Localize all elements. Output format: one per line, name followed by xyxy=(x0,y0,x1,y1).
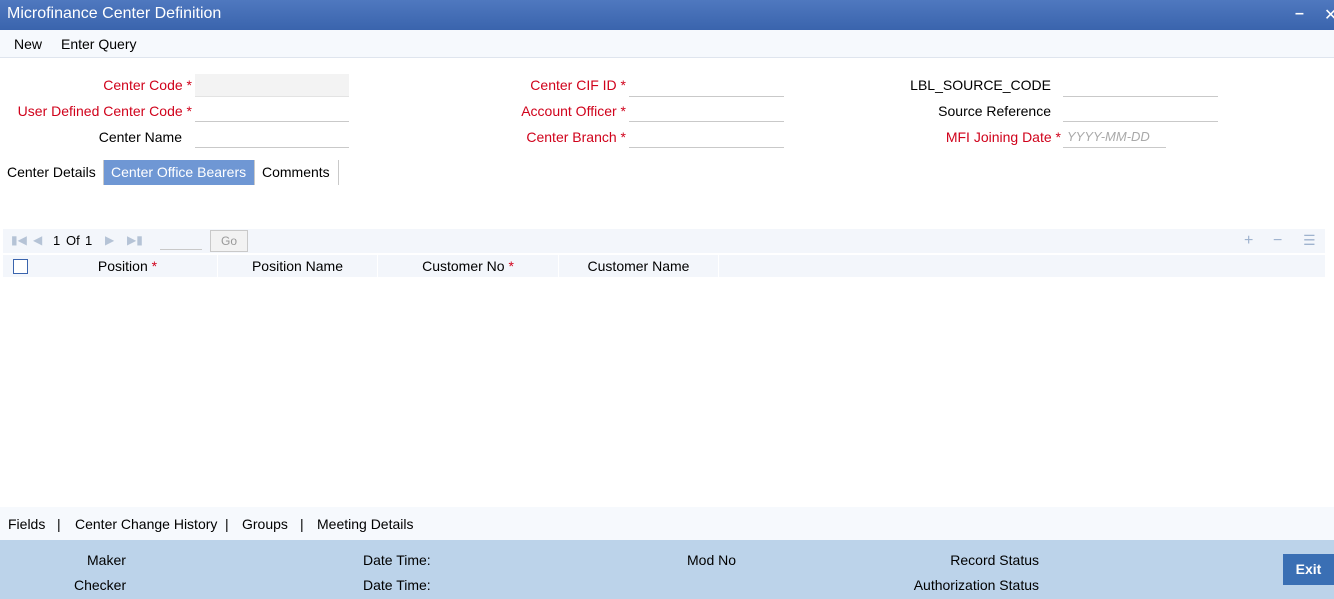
separator: | xyxy=(225,516,229,532)
separator: | xyxy=(300,516,304,532)
record-status-label: Record Status xyxy=(950,552,1039,568)
current-page: 1 xyxy=(53,233,61,248)
account-officer-field[interactable] xyxy=(629,99,784,122)
center-branch-label: Center Branch * xyxy=(526,129,626,145)
mfi-joining-date-field[interactable] xyxy=(1063,125,1166,148)
minimize-icon[interactable]: – xyxy=(1295,5,1304,23)
center-cif-id-label: Center CIF ID * xyxy=(530,77,626,93)
window-titlebar: Microfinance Center Definition – ✕ xyxy=(0,0,1334,30)
total-pages: 1 xyxy=(85,233,93,248)
grid-body xyxy=(3,277,1325,506)
column-header-position-name[interactable]: Position Name xyxy=(218,255,378,277)
header-form: Center Code * User Defined Center Code *… xyxy=(0,58,1334,158)
column-header-position[interactable]: Position * xyxy=(38,255,218,277)
maker-date-time-label: Date Time: xyxy=(363,552,431,568)
column-header-customer-no[interactable]: Customer No * xyxy=(378,255,559,277)
window-title: Microfinance Center Definition xyxy=(7,5,222,22)
center-change-history-link[interactable]: Center Change History xyxy=(75,516,217,532)
enter-query-menu-item[interactable]: Enter Query xyxy=(61,36,136,52)
mfi-joining-date-label: MFI Joining Date * xyxy=(945,129,1061,145)
menu-bar: New Enter Query xyxy=(0,30,1334,58)
add-row-icon[interactable]: + xyxy=(1244,232,1253,250)
new-menu-item[interactable]: New xyxy=(14,36,42,52)
groups-link[interactable]: Groups xyxy=(242,516,288,532)
source-reference-label: Source Reference xyxy=(938,103,1051,119)
first-page-icon[interactable]: ▮◀ xyxy=(11,233,27,247)
meeting-details-link[interactable]: Meeting Details xyxy=(317,516,414,532)
tab-comments[interactable]: Comments xyxy=(255,160,339,185)
checker-label: Checker xyxy=(74,577,127,593)
fields-link[interactable]: Fields xyxy=(8,516,45,532)
select-all-checkbox[interactable] xyxy=(13,259,28,274)
authorization-status-label: Authorization Status xyxy=(913,577,1039,593)
separator: | xyxy=(57,516,61,532)
grid-pager: ▮◀ ◀ 1 Of 1 ▶ ▶▮ Go + − ☰ xyxy=(3,229,1325,253)
exit-button[interactable]: Exit xyxy=(1283,554,1334,585)
user-defined-center-code-field[interactable] xyxy=(195,99,349,122)
account-officer-label: Account Officer * xyxy=(521,103,626,119)
source-code-field[interactable] xyxy=(1063,74,1218,97)
center-code-label: Center Code * xyxy=(103,77,192,93)
grid-header: Position * Position Name Customer No * C… xyxy=(3,255,1325,277)
source-code-label: LBL_SOURCE_CODE xyxy=(910,77,1051,93)
tab-center-details[interactable]: Center Details xyxy=(0,160,104,185)
subscreen-links-bar: Fields | Center Change History | Groups … xyxy=(0,507,1334,540)
source-reference-field[interactable] xyxy=(1063,99,1218,122)
column-header-customer-name[interactable]: Customer Name xyxy=(559,255,719,277)
delete-row-icon[interactable]: − xyxy=(1273,232,1282,250)
user-defined-center-code-label: User Defined Center Code * xyxy=(17,103,192,119)
go-button[interactable]: Go xyxy=(210,230,248,252)
center-name-field[interactable] xyxy=(195,125,349,148)
mod-no-label: Mod No xyxy=(687,552,737,568)
audit-footer: Maker Checker Date Time: Date Time: Mod … xyxy=(0,540,1334,599)
center-name-label: Center Name xyxy=(98,129,182,145)
close-icon[interactable]: ✕ xyxy=(1324,5,1334,25)
center-cif-id-field[interactable] xyxy=(629,74,784,97)
previous-page-icon[interactable]: ◀ xyxy=(33,233,42,247)
page-number-input[interactable] xyxy=(160,231,202,250)
last-page-icon[interactable]: ▶▮ xyxy=(127,233,143,247)
page-of-label: Of xyxy=(66,233,80,248)
tab-center-office-bearers[interactable]: Center Office Bearers xyxy=(104,160,255,185)
single-view-icon[interactable]: ☰ xyxy=(1303,232,1316,249)
checker-date-time-label: Date Time: xyxy=(363,577,431,593)
next-page-icon[interactable]: ▶ xyxy=(105,233,114,247)
maker-label: Maker xyxy=(87,552,126,568)
center-branch-field[interactable] xyxy=(629,125,784,148)
center-code-field[interactable] xyxy=(195,74,349,97)
